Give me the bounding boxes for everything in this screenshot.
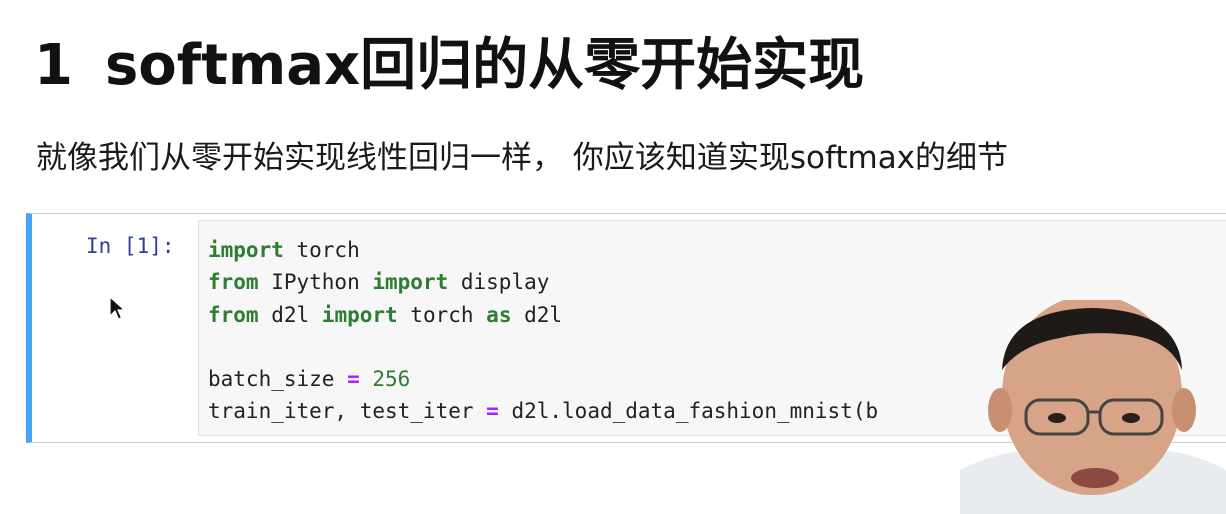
code-token: torch (397, 302, 487, 327)
code-token: d2l.load_data_fashion_mnist(b (498, 399, 879, 424)
code-keyword: import (321, 302, 398, 327)
code-token: batch_size (208, 367, 348, 392)
code-text[interactable]: import torch from IPython import display… (208, 234, 878, 428)
code-token: IPython (258, 270, 373, 295)
code-token: d2l (511, 302, 563, 327)
intro-paragraph: 就像我们从零开始实现线性回归一样， 你应该知道实现softmax的细节 (36, 140, 1009, 176)
code-token: torch (283, 238, 360, 262)
code-number: 256 (359, 367, 411, 392)
code-operator: = (486, 399, 499, 424)
code-keyword: as (486, 302, 512, 327)
code-token: d2l (258, 302, 322, 327)
cell-prompt: In [1]: (86, 234, 175, 258)
code-keyword: import (372, 270, 449, 295)
code-operator: = (347, 367, 360, 392)
code-keyword: import (208, 238, 284, 262)
code-token: train_iter, test_iter (208, 399, 487, 424)
code-keyword: from (208, 302, 259, 327)
code-keyword: from (208, 270, 259, 295)
section-title-text: softmax回归的从零开始实现 (104, 33, 865, 98)
section-number: 1 (34, 33, 73, 98)
mouse-pointer-icon (109, 296, 126, 320)
presenter-webcam-overlay (960, 300, 1226, 514)
page-title: 1 softmax回归的从零开始实现 (34, 24, 864, 108)
code-token: display (448, 270, 550, 295)
